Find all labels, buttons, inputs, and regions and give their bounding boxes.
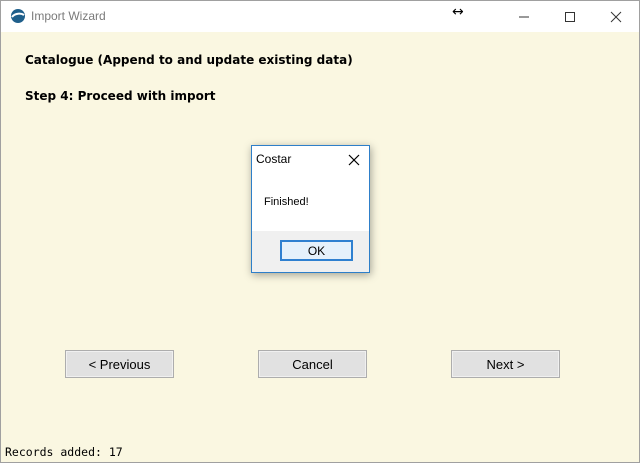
next-button[interactable]: Next > [451, 350, 560, 378]
dialog-close-button[interactable] [344, 150, 364, 170]
close-icon [610, 11, 622, 23]
maximize-icon [565, 12, 575, 22]
maximize-button[interactable] [547, 1, 593, 32]
minimize-button[interactable] [501, 1, 547, 32]
wizard-heading: Catalogue (Append to and update existing… [25, 53, 353, 67]
message-dialog: Costar Finished! OK [251, 145, 370, 273]
dialog-message: Finished! [264, 196, 309, 208]
ok-button[interactable]: OK [280, 240, 353, 261]
cancel-button[interactable]: Cancel [258, 350, 367, 378]
close-button[interactable] [593, 1, 639, 32]
wizard-step-label: Step 4: Proceed with import [25, 89, 216, 103]
app-logo-icon [11, 9, 25, 23]
window-title: Import Wizard [31, 9, 106, 23]
dialog-footer: OK [252, 231, 369, 272]
title-bar[interactable]: Import Wizard ↔ [1, 1, 639, 32]
previous-button[interactable]: < Previous [65, 350, 174, 378]
records-added-status: Records added: 17 [5, 445, 123, 459]
minimize-icon [519, 16, 529, 18]
dialog-title: Costar [256, 152, 292, 166]
resize-cursor-icon: ↔ [452, 4, 464, 20]
close-icon [348, 154, 360, 166]
